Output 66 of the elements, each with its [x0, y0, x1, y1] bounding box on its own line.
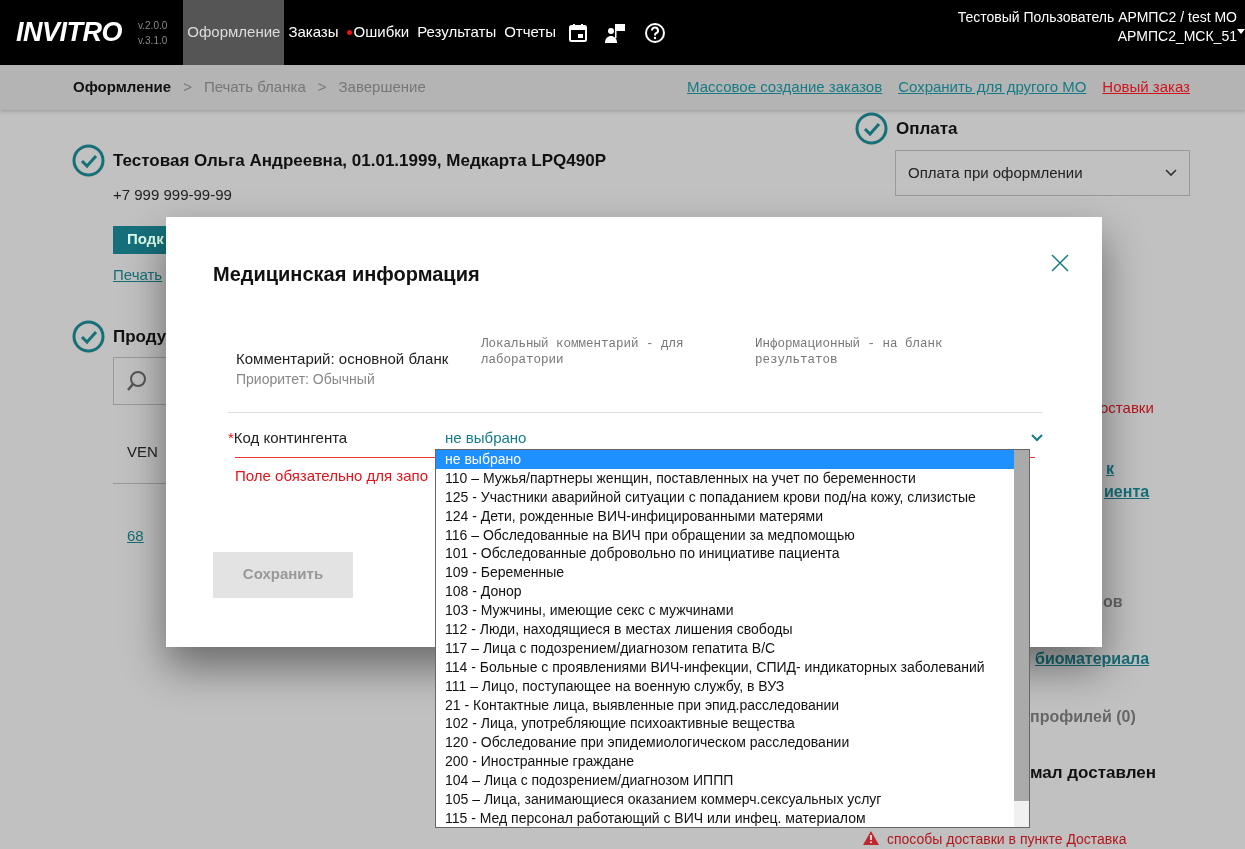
check-circle-icon	[72, 144, 105, 177]
section-title: Проду	[113, 325, 167, 348]
menu-item[interactable]: Оформление	[183, 0, 285, 65]
scrollbar[interactable]	[1014, 450, 1029, 827]
user-name: Тестовый Пользователь АРМПС2 / test МО	[957, 8, 1237, 27]
warning-icon	[863, 831, 879, 845]
section-title: профилей (0)	[1030, 707, 1137, 726]
dropdown-option[interactable]: 103 - Мужчины, имеющие секс с мужчинами	[436, 601, 1014, 620]
dropdown-option[interactable]: 109 - Беременные	[436, 563, 1014, 583]
payment-select[interactable]: Оплата при оформлении	[895, 150, 1190, 196]
patient-title: Тестовая Ольга Андреевна, 01.01.1999, Медкарта LPQ490P	[113, 149, 606, 172]
menu-item[interactable]: Результаты	[413, 0, 501, 65]
priority-text: Приоритет: Обычный	[236, 370, 376, 387]
section-title: мал доставлен	[1030, 763, 1158, 782]
dropdown-option[interactable]: 110 – Мужья/партнеры женщин, поставленных на учет по беременности	[436, 468, 1014, 488]
step-label: Печать бланка	[203, 77, 306, 98]
separator-text: >	[183, 77, 192, 98]
calendar-icon	[568, 22, 589, 43]
error-text: оставки	[1100, 398, 1155, 417]
version-text: v.2.0.0	[138, 18, 168, 33]
close-button[interactable]	[1051, 251, 1069, 269]
column-header: VEN	[127, 442, 158, 462]
comment-text: Комментарий: основной бланк	[236, 349, 450, 369]
search-icon	[126, 370, 148, 392]
dropdown-option[interactable]: 124 - Дети, рожденные ВИЧ-инфицированными матерями	[436, 506, 1014, 526]
dropdown-option[interactable]: 200 - Иностранные граждане	[436, 752, 1014, 772]
dropdown-option[interactable]: 104 – Лица с подозрением/диагнозом ИППП	[436, 771, 1014, 791]
step-label: Оформление	[73, 77, 172, 98]
dropdown-option[interactable]: 21 - Контактные лица, выявленные при эпид.расследовании	[436, 695, 1014, 715]
logo: INVITRO	[16, 16, 122, 50]
check-circle-icon	[855, 112, 888, 145]
dropdown-option[interactable]: 125 - Участники аварийной ситуации с попаданием крови под/на кожу, слизистые	[436, 487, 1014, 507]
primary-button[interactable]: Подк	[113, 225, 166, 254]
dropdown-option[interactable]: 117 – Лица с подозрением/диагнозом гепатита В/С	[436, 638, 1014, 658]
phone-text: +7 999 999-99-99	[113, 185, 233, 205]
user-name: АРМПС2_МСК_51	[1116, 27, 1237, 46]
step-label: Завершение	[338, 77, 426, 98]
caret-icon	[1237, 29, 1245, 34]
dropdown-option[interactable]: 111 – Лицо, поступающее на военную службу, в ВУЗ	[436, 676, 1014, 696]
menu-item[interactable]: Отчеты	[500, 0, 561, 65]
dropdown-option[interactable]: 102 - Лица, употребляющие психоактивные вещества	[436, 714, 1014, 734]
warning-text: способы доставки в пункте Доставка	[887, 831, 1127, 848]
dropdown-option[interactable]: 116 – Обследованные на ВИЧ при обращении за медпомощью	[436, 525, 1014, 545]
chevron-icon	[1031, 433, 1043, 442]
menu-item[interactable]: Заказы	[284, 0, 343, 65]
dropdown-option[interactable]: 105 – Лица, занимающиеся оказанием коммерч.сексуальных услуг	[436, 790, 1014, 809]
version-text: v.3.1.0	[138, 33, 168, 48]
field-label: *Код контингента	[228, 428, 348, 446]
dropdown-option[interactable]: 115 - Мед персонал работающий с ВИЧ или инфец. материалом	[436, 808, 1014, 827]
chevron-icon	[1165, 169, 1177, 177]
note-text: Локальный комментарий - для лаборатории	[481, 336, 685, 369]
dropdown-option[interactable]: 108 - Донор	[436, 582, 1014, 602]
check-circle-icon	[72, 320, 105, 353]
dropdown-option[interactable]: 101 - Обследованные добровольно по инициативе пациента	[436, 544, 1014, 564]
separator-text: >	[317, 77, 327, 98]
section-title: Оплата	[896, 117, 958, 140]
help-icon	[644, 21, 667, 44]
menu-item[interactable]: Ошибки	[342, 0, 414, 65]
note-text: Информационный - на бланк результатов	[755, 336, 944, 369]
dropdown-option[interactable]: 114 - Больные с проявлениями ВИЧ-инфекции, СПИД- индикаторных заболеваний	[436, 657, 1014, 677]
error-text: Поле обязательно для запо	[235, 466, 429, 486]
dropdown-option[interactable]: 112 - Люди, находящиеся в местах лишения свободы	[436, 620, 1014, 639]
select-field[interactable]: не выбрано	[445, 426, 1043, 449]
modal-title: Медицинская информация	[213, 262, 480, 287]
dropdown-option[interactable]: 120 - Обследование при эпидемиологическом расследовании	[436, 733, 1014, 753]
section-title: ов	[1103, 592, 1124, 611]
